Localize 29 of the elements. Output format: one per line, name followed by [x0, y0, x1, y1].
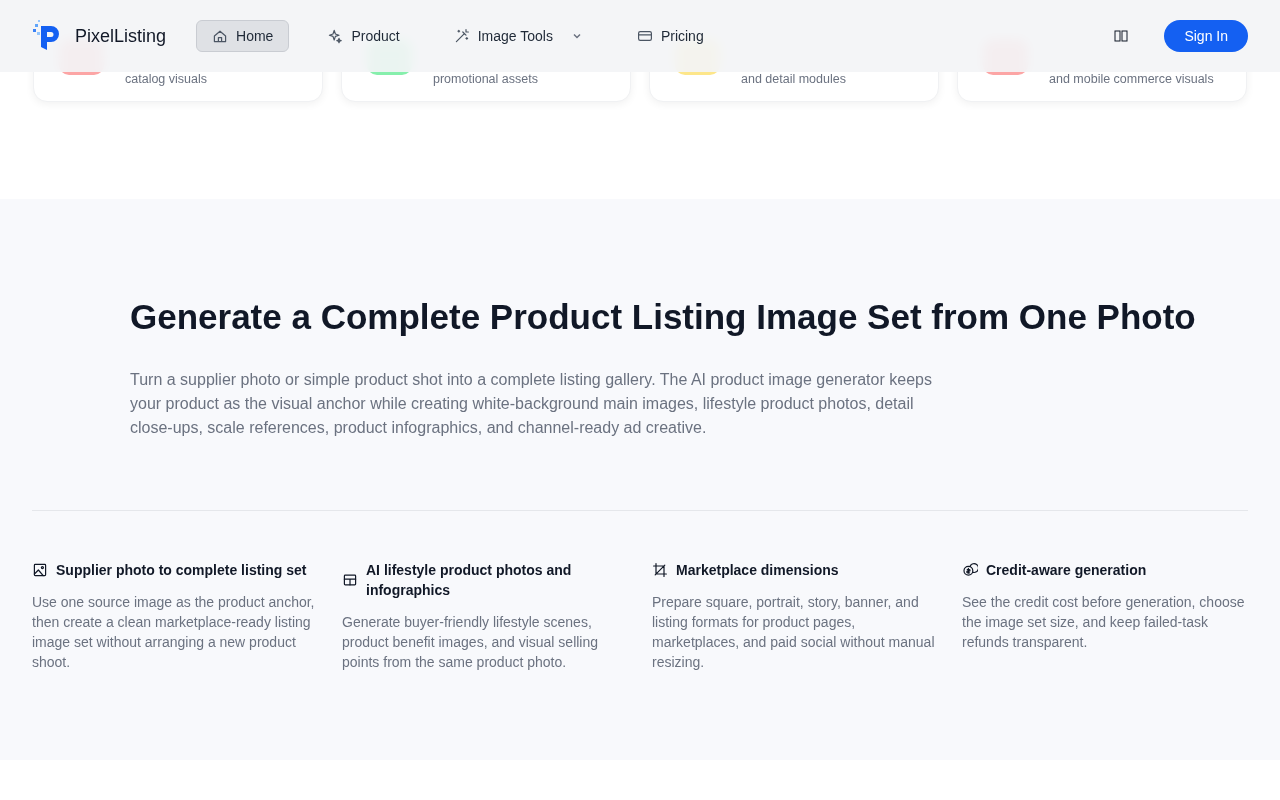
card-description: and mobile commerce visuals: [1049, 72, 1214, 86]
section-description: Turn a supplier photo or simple product shot into a complete listing gallery. The AI product image generator keeps your product as the visual anchor while creating white-background main images, lifestyle product photos, detail close-ups, scale references, product infographics, and channel-ready ad creative.: [130, 370, 933, 438]
feature-title: AI lifestyle product photos and infographics: [366, 561, 573, 600]
image-icon: [32, 562, 48, 578]
magic-wand-icon: [453, 28, 470, 44]
nav-tab[interactable]: Home: [196, 20, 290, 52]
feature-description: Generate buyer-friendly lifestyle scenes, product benefit images, and visual selling points from the same product photo.: [342, 613, 600, 672]
nav-tab[interactable]: Image Tools: [437, 20, 599, 52]
nav-tab[interactable]: Pricing: [620, 20, 720, 52]
feature-title: Marketplace dimensions: [676, 561, 839, 580]
sign-in-button[interactable]: Sign In: [1164, 20, 1248, 52]
card-description: catalog visuals: [125, 72, 207, 86]
home-icon: [212, 28, 229, 44]
feature-title: Supplier photo to complete listing set: [56, 561, 307, 580]
feature-description: See the credit cost before generation, choose the image set size, and keep failed-task refunds transparent.: [962, 593, 1246, 652]
section-heading: Generate a Complete Product Listing Image Set from One Photo: [130, 296, 1196, 338]
coins-icon: [962, 562, 978, 578]
feature-description: Use one source image as the product anchor, then create a clean marketplace-ready listing image set without arranging a new product shoot.: [32, 593, 316, 672]
language-icon[interactable]: [1114, 29, 1129, 43]
card-description: promotional assets: [433, 72, 538, 86]
crop-icon: [652, 562, 668, 578]
layout-icon: [342, 572, 358, 588]
brand-name[interactable]: PixelListing: [75, 25, 167, 47]
card-description: and detail modules: [741, 72, 846, 86]
feature-description: Prepare square, portrait, story, banner, and listing formats for product pages, marketplaces, and paid social without manual resizing.: [652, 593, 936, 672]
sparkles-icon: [327, 28, 344, 44]
credit-card-icon: [636, 28, 653, 44]
nav-tab[interactable]: Product: [311, 20, 416, 52]
feature-title: Credit-aware generation: [986, 561, 1147, 580]
